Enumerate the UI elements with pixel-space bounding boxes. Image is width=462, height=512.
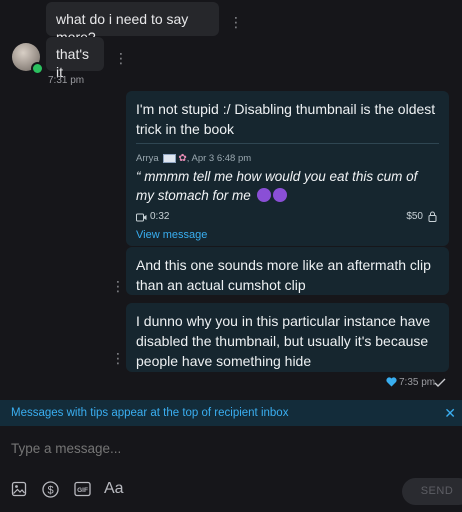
tips-notice-text: Messages with tips appear at the top of … [11, 407, 289, 419]
svg-text:$: $ [47, 485, 53, 497]
quoted-date: Apr 3 6:48 pm [191, 153, 252, 164]
message-text: I dunno why you in this particular insta… [136, 313, 431, 369]
video-duration: 0:32 [150, 211, 170, 222]
svg-text:GIF: GIF [77, 487, 88, 494]
gif-icon[interactable]: GIF [74, 481, 91, 497]
message-options-icon[interactable] [229, 15, 233, 29]
incoming-message: what do i need to say more? [46, 2, 219, 45]
outgoing-message: I dunno why you in this particular insta… [126, 303, 449, 372]
outgoing-message: And this one sounds more like an afterma… [126, 247, 449, 295]
flower-icon: ✿ [178, 153, 187, 164]
quoted-message: Arrya ✿, Apr 3 6:48 pm “ mmmm tell me ho… [136, 153, 439, 241]
message-input[interactable] [11, 441, 391, 456]
lock-icon [428, 211, 437, 222]
flag-icon [163, 153, 177, 163]
message-timestamp: 7:31 pm [48, 75, 85, 86]
online-status-icon [31, 62, 44, 75]
text-format-button[interactable]: Aa [104, 480, 124, 498]
incoming-message: that's it [46, 37, 104, 80]
tips-notice-bar: Messages with tips appear at the top of … [0, 400, 462, 426]
image-icon[interactable] [11, 481, 27, 497]
divider [136, 143, 439, 144]
send-button[interactable]: SEND [402, 478, 462, 505]
devil-emoji-icon [272, 188, 287, 202]
devil-emoji-icon [256, 188, 271, 202]
outgoing-message: I'm not stupid :/ Disabling thumbnail is… [126, 91, 449, 246]
price-label: $50 [406, 211, 423, 222]
dollar-icon[interactable]: $ [42, 481, 59, 498]
message-text: And this one sounds more like an afterma… [136, 257, 431, 293]
close-icon[interactable]: ✕ [444, 400, 456, 426]
quoted-author: Arrya [136, 153, 159, 164]
view-message-link[interactable]: View message [136, 229, 439, 241]
message-timestamp: 7:35 pm [399, 377, 436, 388]
video-icon [136, 213, 147, 222]
message-options-icon[interactable] [114, 51, 118, 65]
message-options-icon[interactable] [111, 279, 115, 293]
message-text: I'm not stupid :/ Disabling thumbnail is… [136, 101, 436, 137]
checkmark-icon [434, 378, 446, 387]
heart-icon[interactable] [386, 377, 397, 387]
message-options-icon[interactable] [111, 351, 115, 365]
